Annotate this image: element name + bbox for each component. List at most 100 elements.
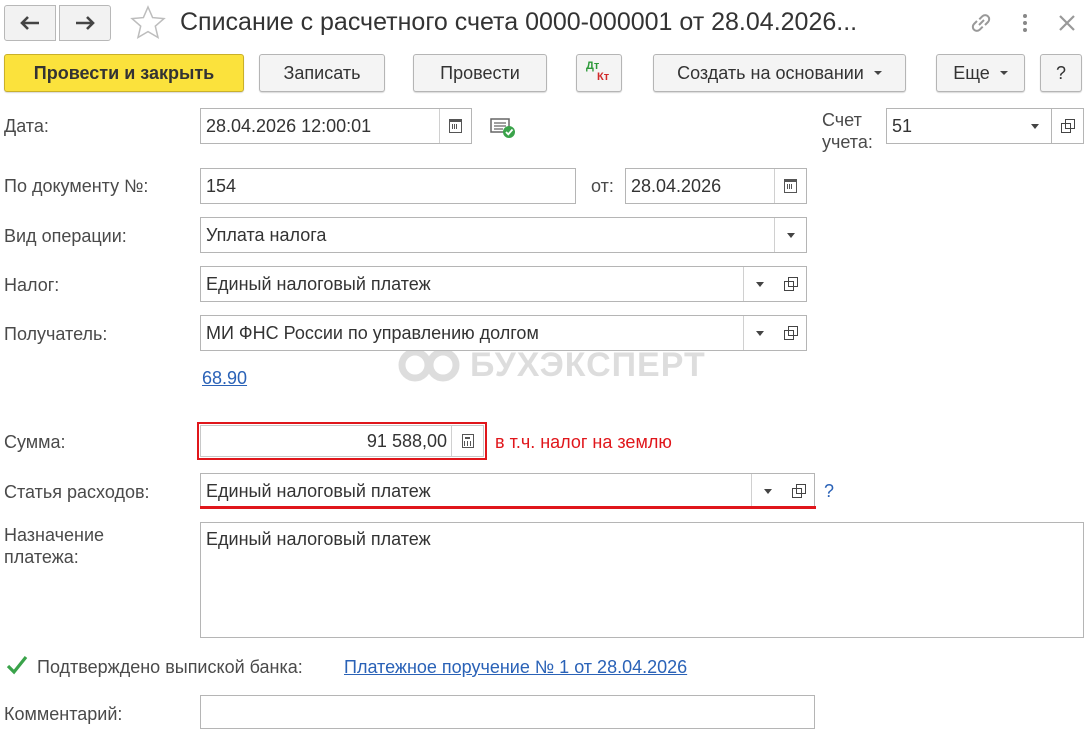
open-icon [783,326,798,340]
calendar-icon [784,179,797,193]
operation-select[interactable]: Уплата налога [200,217,807,253]
purpose-label: Назначение платежа: [4,524,104,568]
star-icon [130,5,166,40]
chevron-down-icon [755,330,764,336]
operation-dropdown-button[interactable] [774,218,806,252]
arrow-left-icon [20,16,39,30]
chevron-down-icon [763,488,772,494]
operation-value: Уплата налога [206,224,327,245]
chevron-down-icon [755,281,764,287]
close-icon [1059,15,1075,31]
expense-select[interactable]: Единый налоговый платеж [200,473,784,509]
doc-number-label: По документу №: [4,176,149,196]
date-calendar-button[interactable] [439,109,471,143]
sum-value: 91 588,00 [366,430,447,451]
tax-open-button[interactable] [775,266,807,302]
purpose-label-line2: платежа: [4,547,79,567]
purpose-label-line1: Назначение [4,525,105,545]
account-select[interactable]: 51 [886,108,1052,144]
calculator-icon [461,434,474,448]
recipient-open-button[interactable] [775,315,807,351]
tax-value: Единый налоговый платеж [206,273,431,294]
date-label: Дата: [4,116,49,136]
chevron-down-icon [786,232,795,238]
purpose-value: Единый налоговый платеж [206,529,431,549]
operation-label: Вид операции: [4,226,127,246]
sum-input[interactable]: 91 588,00 [200,425,484,457]
doc-number-value: 154 [206,175,237,196]
tax-dropdown-button[interactable] [743,267,775,301]
save-button[interactable]: Записать [259,54,385,92]
date-value: 28.04.2026 12:00:01 [206,115,372,136]
account-label-line2: учета: [822,132,873,152]
dropdown-icon [873,71,882,75]
open-icon [1060,119,1075,133]
expense-help-link[interactable]: ? [824,481,834,502]
doc-date-value: 28.04.2026 [631,175,722,196]
sum-note: в т.ч. налог на землю [495,432,672,452]
calculator-button[interactable] [451,426,483,456]
post-and-close-button[interactable]: Провести и закрыть [4,54,244,92]
create-based-on-label: Создать на основании [677,62,864,83]
expense-label: Статья расходов: [4,482,150,502]
help-label: ? [1055,62,1066,83]
more-button[interactable]: Еще [936,54,1025,92]
close-button[interactable] [1054,10,1080,36]
link-icon [971,14,991,32]
save-label: Записать [283,62,361,83]
account-value: 51 [892,115,913,136]
calendar-icon [449,119,462,133]
expense-underline [200,506,816,509]
doc-date-field[interactable]: 28.04.2026 [625,168,807,204]
checkmark-icon [6,656,28,675]
kt-label: Кт [597,71,610,83]
post-and-close-label: Провести и закрыть [33,62,215,83]
page-title: Списание с расчетного счета 0000-000001 … [180,8,858,36]
expense-dropdown-button[interactable] [751,474,783,508]
comment-input[interactable] [200,695,815,729]
watermark-logo-icon [398,348,460,382]
create-based-on-button[interactable]: Создать на основании [653,54,906,92]
expense-value: Единый налоговый платеж [206,480,431,501]
tax-label: Налог: [4,275,60,295]
doc-number-input[interactable]: 154 [200,168,576,204]
date-field[interactable]: 28.04.2026 12:00:01 [200,108,472,144]
document-status-icon [490,116,518,145]
watermark-text: БУХЭКСПЕРТ [470,345,706,384]
back-button[interactable] [4,5,56,41]
account-dropdown-button[interactable] [1019,109,1051,143]
doc-date-label: от: [591,176,614,196]
payment-order-link[interactable]: Платежное поручение № 1 от 28.04.2026 [344,657,687,678]
recipient-label: Получатель: [4,324,108,344]
dt-kt-icon: Дт Кт [584,60,614,86]
help-button[interactable]: ? [1040,54,1082,92]
account-label: Счет учета: [822,109,873,153]
recipient-select[interactable]: МИ ФНС России по управлению долгом [200,315,776,351]
doc-date-calendar-button[interactable] [774,169,806,203]
expense-open-button[interactable] [783,473,815,509]
post-button[interactable]: Провести [413,54,547,92]
confirmed-checkbox[interactable] [4,654,30,678]
account-open-button[interactable] [1052,108,1084,144]
account-label-line1: Счет [822,110,862,130]
favorite-star-button[interactable] [129,4,167,42]
watermark: БУХЭКСПЕРТ [398,345,706,385]
recipient-dropdown-button[interactable] [743,316,775,350]
chevron-down-icon [1031,123,1039,129]
sum-label: Сумма: [4,432,66,452]
tax-select[interactable]: Единый налоговый платеж [200,266,776,302]
more-vertical-icon [1023,14,1027,32]
arrow-right-icon [76,16,95,30]
more-label: Еще [953,62,990,83]
more-menu-button[interactable] [1015,10,1035,36]
purpose-textarea[interactable]: Единый налоговый платеж [200,522,1084,638]
forward-button[interactable] [59,5,111,41]
account-link[interactable]: 68.90 [202,368,247,389]
open-icon [783,277,798,291]
confirmed-label: Подтверждено выпиской банка: [37,657,303,677]
dropdown-icon [999,71,1008,75]
link-button[interactable] [968,10,994,36]
recipient-value: МИ ФНС России по управлению долгом [206,322,539,343]
comment-label: Комментарий: [4,704,123,724]
dt-kt-button[interactable]: Дт Кт [576,54,622,92]
